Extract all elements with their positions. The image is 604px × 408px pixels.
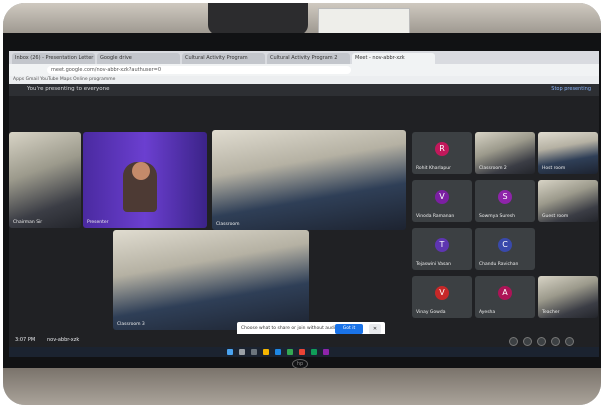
participant-tile[interactable]: Classroom 3	[113, 230, 309, 330]
participant-tile[interactable]: V Vinay Gowda	[412, 276, 472, 318]
meeting-time: 3:07 PM	[15, 337, 36, 343]
meet-area: You're presenting to everyone Stop prese…	[9, 84, 599, 334]
browser-tab[interactable]: Inbox (26) - Presentation Letter - sk	[12, 53, 95, 64]
url-field[interactable]: meet.google.com/nov-abbr-xzk?authuser=0	[47, 66, 351, 74]
people-icon[interactable]	[523, 337, 532, 346]
file-explorer-icon[interactable]	[263, 349, 269, 355]
avatar: C	[498, 237, 512, 252]
participant-name: Presenter	[87, 220, 109, 225]
participant-tile[interactable]: T Tejaswini Vasan	[412, 228, 472, 270]
participant-name: Rohit Kharlapur	[416, 166, 451, 171]
presenting-text: You're presenting to everyone	[27, 86, 110, 92]
participant-tile[interactable]: Guest room	[538, 180, 598, 222]
participant-name: Vinoda Ramanan	[416, 214, 455, 219]
browser-tab[interactable]: Cultural Activity Program 2	[267, 53, 350, 64]
participant-face	[132, 162, 150, 180]
avatar: V	[435, 189, 449, 204]
participant-name: Vinay Gowda	[416, 310, 446, 315]
participant-tile[interactable]: Classroom	[212, 130, 406, 230]
participant-name: Classroom	[216, 222, 240, 227]
chat-icon[interactable]	[537, 337, 546, 346]
participant-name: Tejaswini Vasan	[416, 262, 452, 267]
browser-tab[interactable]: Google drive	[97, 53, 180, 64]
participant-name: Chandu Ravichan	[479, 262, 519, 267]
app-icon[interactable]	[311, 349, 317, 355]
participant-tile[interactable]: Teacher	[538, 276, 598, 318]
app-icon[interactable]	[299, 349, 305, 355]
edge-icon[interactable]	[275, 349, 281, 355]
participant-tile[interactable]: Presenter	[83, 132, 207, 228]
participant-name: Sowmya Suresh	[479, 214, 515, 219]
address-bar: meet.google.com/nov-abbr-xzk?authuser=0	[9, 64, 599, 76]
chrome-icon[interactable]	[287, 349, 293, 355]
avatar: V	[435, 285, 449, 300]
participant-name: Chairman Sir	[13, 220, 43, 225]
activities-icon[interactable]	[551, 337, 560, 346]
info-icon[interactable]	[509, 337, 518, 346]
participant-tile[interactable]: V Vinoda Ramanan	[412, 180, 472, 222]
browser-tab-strip: Inbox (26) - Presentation Letter - sk Go…	[9, 51, 599, 64]
avatar: T	[435, 237, 449, 252]
bookmarks-bar[interactable]: Apps Gmail YouTube Maps Online programme	[9, 76, 599, 84]
participant-name: Host room	[542, 166, 566, 171]
participant-name: Ayesha	[479, 310, 496, 315]
participant-tile[interactable]: C Chandu Ravichan	[475, 228, 535, 270]
toast-action-button[interactable]: Got it	[335, 324, 363, 334]
participant-tile[interactable]: Chairman Sir	[9, 132, 81, 228]
photo-frame: Inbox (26) - Presentation Letter - sk Go…	[3, 3, 601, 405]
browser-tab[interactable]: Cultural Activity Program	[182, 53, 265, 64]
participant-tile[interactable]: S Sowmya Suresh	[475, 180, 535, 222]
browser-tab-active[interactable]: Meet - nov-abbr-xzk	[352, 53, 435, 64]
webcam-device	[208, 3, 308, 35]
participant-tile[interactable]: Classroom 2	[475, 132, 535, 174]
screen: Inbox (26) - Presentation Letter - sk Go…	[9, 51, 599, 357]
toast-close-button[interactable]: ✕	[369, 324, 381, 334]
app-icon[interactable]	[323, 349, 329, 355]
participant-tile[interactable]: R Rohit Kharlapur	[412, 132, 472, 174]
monitor: Inbox (26) - Presentation Letter - sk Go…	[3, 33, 601, 369]
avatar: S	[498, 189, 512, 204]
stop-presenting-button[interactable]: Stop presenting	[551, 86, 591, 92]
participant-name: Classroom 3	[117, 322, 145, 327]
participant-tile[interactable]: Host room	[538, 132, 598, 174]
participant-name: Guest room	[542, 214, 569, 219]
desk-surface	[3, 368, 601, 405]
task-view-icon[interactable]	[251, 349, 257, 355]
participant-name: Teacher	[542, 310, 560, 315]
start-icon[interactable]	[227, 349, 233, 355]
participant-tile[interactable]: A Ayesha	[475, 276, 535, 318]
search-icon[interactable]	[239, 349, 245, 355]
avatar: R	[435, 141, 449, 156]
avatar: A	[498, 285, 512, 300]
presenting-banner: You're presenting to everyone Stop prese…	[9, 84, 599, 96]
lock-icon[interactable]	[565, 337, 574, 346]
participant-name: Classroom 2	[479, 166, 507, 171]
meeting-code[interactable]: nov-abbr-xzk	[47, 337, 79, 343]
toast-message: Choose what to share or join without aud…	[241, 326, 338, 331]
windows-taskbar	[9, 347, 599, 357]
